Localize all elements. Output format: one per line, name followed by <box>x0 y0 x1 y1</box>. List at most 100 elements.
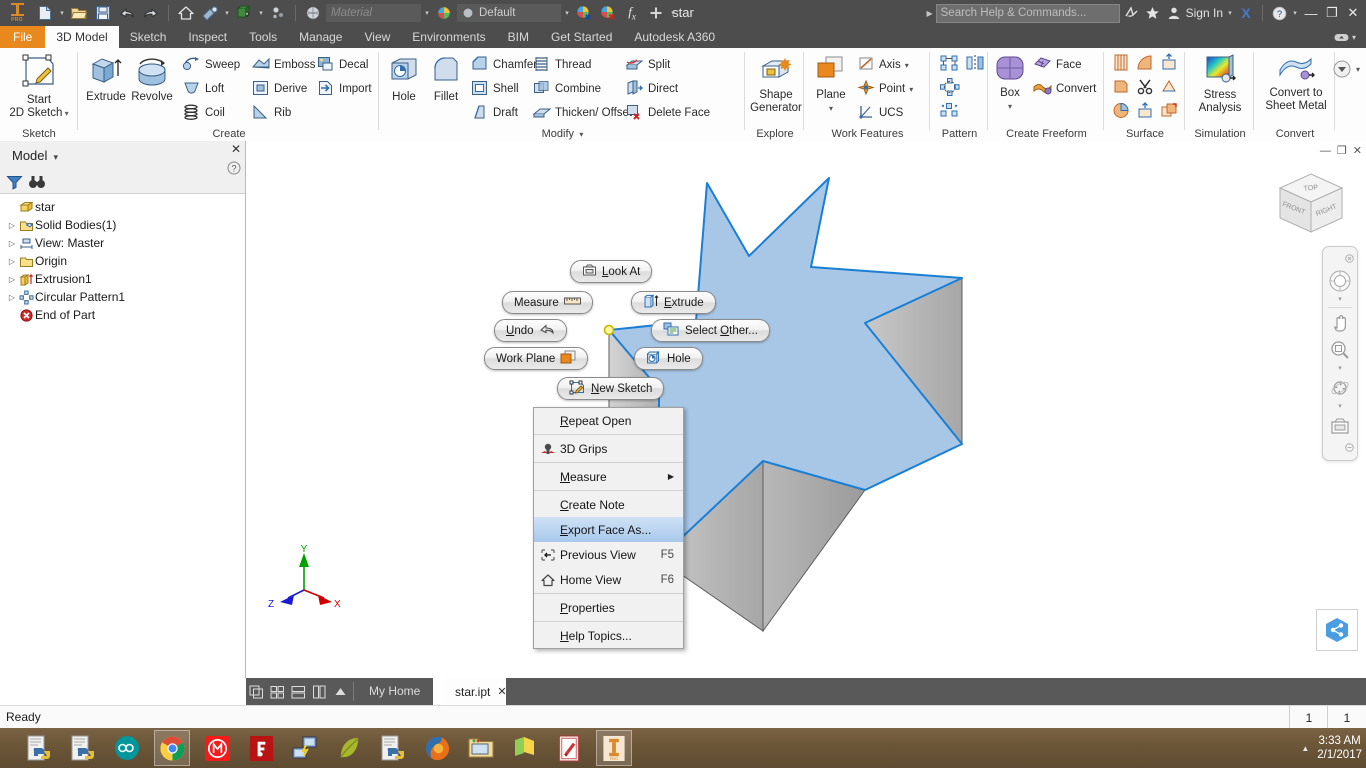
fritzing-icon[interactable] <box>244 731 278 765</box>
marking-menu-new-sketch[interactable]: New Sketch <box>557 377 664 400</box>
convert-sheet-metal-button[interactable]: Convert toSheet Metal <box>1262 54 1330 112</box>
context-menu-item-create-note[interactable]: Create Note <box>534 492 683 517</box>
inventor-icon[interactable]: PRO <box>596 730 632 766</box>
context-menu-item-3d-grips[interactable]: 3D Grips <box>534 436 683 461</box>
ucs-button[interactable]: UCS <box>857 102 903 124</box>
extend-button[interactable] <box>1157 53 1181 75</box>
modify-dropdown-icon[interactable]: ▾ <box>577 130 583 139</box>
marking-menu-extrude[interactable]: Extrude <box>631 291 716 314</box>
navbar-close-icon[interactable] <box>1345 252 1354 266</box>
marking-menu-undo[interactable]: Undo <box>494 319 567 342</box>
tree-expand-arrow-icon[interactable]: ▷ <box>6 221 18 230</box>
decal-button[interactable]: Decal <box>316 54 368 76</box>
appearance-add-icon[interactable] <box>573 2 595 24</box>
look-at-icon[interactable] <box>1326 414 1354 438</box>
firefox-icon[interactable] <box>420 731 454 765</box>
appearance-globe-icon[interactable] <box>433 2 455 24</box>
recorder-icon[interactable] <box>552 731 586 765</box>
sign-in-dropdown-icon[interactable]: ▾ <box>1226 2 1234 24</box>
search-input[interactable]: Search Help & Commands... <box>936 4 1120 23</box>
marking-menu-look-at[interactable]: Look At <box>570 260 652 283</box>
freeform-box-button[interactable]: Box▾ <box>989 54 1031 113</box>
filter-icon[interactable] <box>6 174 23 193</box>
stitch-button[interactable] <box>1157 77 1181 99</box>
favorites-star-icon[interactable] <box>1144 3 1162 23</box>
material-icon[interactable] <box>233 2 255 24</box>
chamfer-button[interactable]: Chamfer <box>470 54 537 76</box>
coil-button[interactable]: Coil <box>182 102 225 124</box>
pan-icon[interactable] <box>1326 311 1354 335</box>
expand-icon[interactable] <box>330 678 351 705</box>
tree-item-circular-pattern1[interactable]: ▷ Circular Pattern1 <box>0 288 245 306</box>
appearance-dropdown-icon[interactable]: ▾ <box>563 2 571 24</box>
redo-icon[interactable] <box>140 2 162 24</box>
tab-file[interactable]: File <box>0 26 45 48</box>
navigation-bar[interactable]: ▾ ▾ ▾ <box>1322 246 1358 461</box>
draft-button[interactable]: Draft <box>470 102 518 124</box>
tab-autodesk-a360[interactable]: Autodesk A360 <box>623 26 726 48</box>
view-cube[interactable]: TOP FRONT RIGHT <box>1266 166 1356 246</box>
add-to-qat-icon[interactable] <box>645 2 667 24</box>
tile-grid-icon[interactable] <box>267 678 288 705</box>
context-menu-item-repeat-open[interactable]: Repeat Open <box>534 408 683 433</box>
tab-3d-model[interactable]: 3D Model <box>45 26 118 48</box>
taskbar-clock[interactable]: 3:33 AM 2/1/2017 <box>1317 734 1362 762</box>
patch-button[interactable] <box>1133 53 1157 75</box>
freeform-convert-button[interactable]: Convert <box>1033 78 1096 100</box>
context-menu-item-help-topics[interactable]: Help Topics... <box>534 623 683 648</box>
new-icon[interactable] <box>34 2 56 24</box>
axis-button[interactable]: Axis ▾ <box>857 54 909 76</box>
delete-face-button[interactable]: Delete Face <box>625 102 710 124</box>
tab-environments[interactable]: Environments <box>401 26 496 48</box>
rib-button[interactable]: Rib <box>251 102 291 124</box>
a360-share-icon[interactable] <box>1316 609 1358 651</box>
sculpt-button[interactable] <box>1133 77 1157 99</box>
open-icon[interactable] <box>68 2 90 24</box>
freeform-face-button[interactable]: Face <box>1033 54 1082 76</box>
sketch-driven-pattern-button[interactable] <box>937 101 963 123</box>
orbit-icon[interactable] <box>1326 376 1354 400</box>
fillet-button[interactable]: Fillet <box>424 54 468 104</box>
navbar-collapse-icon[interactable] <box>1345 441 1354 455</box>
tile-vertical-icon[interactable] <box>309 678 330 705</box>
tray-expand-icon[interactable]: ▲ <box>1301 744 1309 753</box>
home-icon[interactable] <box>175 2 197 24</box>
rectangular-pattern-button[interactable] <box>937 53 963 75</box>
tree-item-extrusion1[interactable]: ▷ Extrusion1 <box>0 270 245 288</box>
tab-bim[interactable]: BIM <box>497 26 540 48</box>
revolve-button[interactable]: Revolve <box>127 54 177 104</box>
ruled-surface-button[interactable] <box>1109 53 1133 75</box>
sign-in-button[interactable]: Sign In <box>1186 6 1223 20</box>
parameters-icon[interactable] <box>267 2 289 24</box>
thicken-offset-button[interactable]: Thicken/ Offset <box>532 102 632 124</box>
tree-item-origin[interactable]: ▷ Origin <box>0 252 245 270</box>
material-field[interactable]: Material <box>326 4 421 22</box>
circular-pattern-button[interactable] <box>937 77 963 99</box>
adjust-appearance-icon[interactable] <box>597 2 619 24</box>
autodesk-app-manager-icon[interactable] <box>1123 3 1141 23</box>
network-icon[interactable] <box>288 731 322 765</box>
tab-tools[interactable]: Tools <box>238 26 288 48</box>
copy-surface-button[interactable] <box>1157 101 1181 123</box>
ribbon-overflow[interactable]: ▾ <box>1331 58 1360 80</box>
mirror-button[interactable] <box>963 53 987 75</box>
explorer-icon[interactable] <box>464 731 498 765</box>
context-menu[interactable]: Repeat Open 3D Grips Measure ▶ Create No… <box>533 407 684 649</box>
tree-item-star[interactable]: star <box>0 198 245 216</box>
paint-icon[interactable] <box>199 2 221 24</box>
appearance-field[interactable]: Default <box>457 4 561 22</box>
tree-item-solid-bodies[interactable]: ▷ Solid Bodies(1) <box>0 216 245 234</box>
tree-expand-arrow-icon[interactable]: ▷ <box>6 293 18 302</box>
binoculars-icon[interactable] <box>28 174 46 193</box>
tile-horizontal-icon[interactable] <box>288 678 309 705</box>
browser-dropdown-icon[interactable]: ▾ <box>51 152 58 162</box>
tab-get-started[interactable]: Get Started <box>540 26 623 48</box>
sticky-notes-icon[interactable] <box>508 731 542 765</box>
qat-overflow-icon[interactable]: ▾ <box>669 2 677 24</box>
user-avatar-icon[interactable] <box>1165 3 1183 23</box>
derive-button[interactable]: Derive <box>251 78 307 100</box>
python-file-2-icon[interactable] <box>66 731 100 765</box>
appearance-sphere-icon[interactable] <box>302 2 324 24</box>
context-menu-item-export-face-as[interactable]: Export Face As... <box>534 517 683 542</box>
loft-button[interactable]: Loft <box>182 78 224 100</box>
